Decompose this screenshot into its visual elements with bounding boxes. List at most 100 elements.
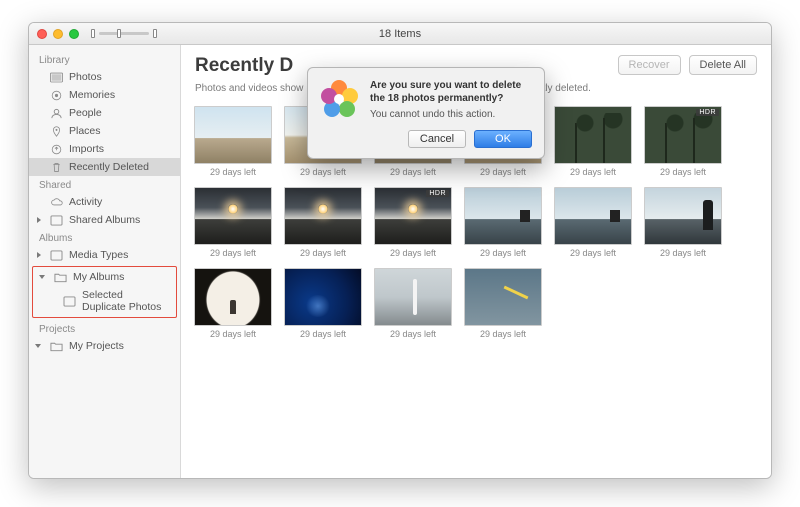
sidebar-item-selected-duplicate-photos[interactable]: Selected Duplicate Photos bbox=[33, 286, 176, 316]
sidebar-item-my-albums[interactable]: My Albums bbox=[33, 268, 176, 286]
thumbnail-image bbox=[374, 268, 452, 326]
sidebar-item-places[interactable]: Places bbox=[29, 122, 180, 140]
photo-thumbnail[interactable]: 29 days left bbox=[193, 268, 273, 339]
thumbnail-caption: 29 days left bbox=[570, 248, 616, 258]
thumbnail-image bbox=[464, 268, 542, 326]
hdr-badge: HDR bbox=[426, 190, 449, 197]
sidebar-item-media-types[interactable]: Media Types bbox=[29, 246, 180, 264]
thumbnail-caption: 29 days left bbox=[390, 248, 436, 258]
folder-icon bbox=[49, 341, 63, 352]
photo-thumbnail[interactable]: 29 days left bbox=[283, 187, 363, 258]
dialog-title: Are you sure you want to delete the 18 p… bbox=[370, 80, 532, 105]
thumbnail-image: HDR bbox=[644, 106, 722, 164]
sidebar-item-label: People bbox=[69, 107, 102, 119]
thumbnail-caption: 29 days left bbox=[480, 248, 526, 258]
dialog-cancel-button[interactable]: Cancel bbox=[408, 130, 466, 148]
disclosure-triangle-icon[interactable] bbox=[35, 344, 41, 348]
recover-button[interactable]: Recover bbox=[618, 55, 681, 75]
thumbnail-caption: 29 days left bbox=[210, 167, 256, 177]
sidebar-heading-library: Library bbox=[29, 51, 180, 68]
sidebar-item-label: Imports bbox=[69, 143, 104, 155]
thumbnail-caption: 29 days left bbox=[660, 167, 706, 177]
photo-thumbnail[interactable]: 29 days left bbox=[553, 187, 633, 258]
photo-thumbnail[interactable]: 29 days left bbox=[373, 268, 453, 339]
sidebar-item-label: Memories bbox=[69, 89, 115, 101]
dialog-message: You cannot undo this action. bbox=[370, 109, 532, 120]
titlebar: 18 Items bbox=[29, 23, 771, 45]
thumbnail-caption: 29 days left bbox=[300, 248, 346, 258]
disclosure-triangle-icon[interactable] bbox=[39, 275, 45, 279]
album-icon bbox=[49, 215, 63, 226]
thumbnail-caption: 29 days left bbox=[210, 248, 256, 258]
photo-thumbnail[interactable]: 29 days left bbox=[463, 268, 543, 339]
sidebar-item-imports[interactable]: Imports bbox=[29, 140, 180, 158]
page-title: Recently D bbox=[195, 55, 293, 77]
sidebar-item-my-projects[interactable]: My Projects bbox=[29, 337, 180, 355]
thumbnail-caption: 29 days left bbox=[300, 167, 346, 177]
confirm-delete-dialog: Are you sure you want to delete the 18 p… bbox=[307, 67, 545, 159]
photo-thumbnail[interactable]: 29 days left bbox=[283, 268, 363, 339]
sidebar-item-shared-albums[interactable]: Shared Albums bbox=[29, 211, 180, 229]
app-window: 18 Items Library Photos Memories People … bbox=[28, 22, 772, 479]
imports-icon bbox=[49, 144, 63, 155]
delete-all-button[interactable]: Delete All bbox=[689, 55, 757, 75]
thumbnail-image bbox=[194, 187, 272, 245]
disclosure-triangle-icon[interactable] bbox=[37, 217, 41, 223]
photo-thumbnail[interactable]: 29 days left bbox=[463, 187, 543, 258]
places-icon bbox=[49, 126, 63, 137]
photo-thumbnail[interactable]: 29 days left bbox=[643, 187, 723, 258]
thumbnail-image bbox=[194, 106, 272, 164]
sidebar-item-people[interactable]: People bbox=[29, 104, 180, 122]
thumbnail-caption: 29 days left bbox=[480, 329, 526, 339]
hdr-badge: HDR bbox=[696, 109, 719, 116]
folder-icon bbox=[53, 272, 67, 283]
people-icon bbox=[49, 108, 63, 119]
cloud-icon bbox=[49, 197, 63, 208]
sidebar-item-label: My Albums bbox=[73, 271, 124, 283]
sidebar-item-label: Activity bbox=[69, 196, 102, 208]
thumbnail-caption: 29 days left bbox=[660, 248, 706, 258]
memories-icon bbox=[49, 90, 63, 101]
sidebar-heading-projects: Projects bbox=[29, 320, 180, 337]
thumbnail-caption: 29 days left bbox=[210, 329, 256, 339]
sidebar-item-label: Places bbox=[69, 125, 101, 137]
photo-thumbnail[interactable]: HDR 29 days left bbox=[643, 106, 723, 177]
sidebar-item-label: Recently Deleted bbox=[69, 161, 149, 173]
sidebar-item-label: Media Types bbox=[69, 249, 128, 261]
sidebar-item-label: Photos bbox=[69, 71, 102, 83]
sidebar-heading-shared: Shared bbox=[29, 176, 180, 193]
sidebar-item-label: Shared Albums bbox=[69, 214, 140, 226]
photo-thumbnail[interactable]: 29 days left bbox=[553, 106, 633, 177]
thumbnail-image bbox=[194, 268, 272, 326]
thumbnail-image bbox=[554, 106, 632, 164]
sidebar: Library Photos Memories People Places Im… bbox=[29, 45, 181, 478]
disclosure-triangle-icon[interactable] bbox=[37, 252, 41, 258]
thumbnail-caption: 29 days left bbox=[570, 167, 616, 177]
photo-thumbnail[interactable]: 29 days left bbox=[193, 106, 273, 177]
thumbnail-image bbox=[284, 187, 362, 245]
photo-thumbnail[interactable]: 29 days left bbox=[193, 187, 273, 258]
thumbnail-image bbox=[464, 187, 542, 245]
thumbnail-caption: 29 days left bbox=[390, 167, 436, 177]
thumbnail-image bbox=[284, 268, 362, 326]
sidebar-item-label: My Projects bbox=[69, 340, 124, 352]
sidebar-item-photos[interactable]: Photos bbox=[29, 68, 180, 86]
photo-thumbnail[interactable]: HDR 29 days left bbox=[373, 187, 453, 258]
sidebar-item-activity[interactable]: Activity bbox=[29, 193, 180, 211]
thumbnail-image bbox=[644, 187, 722, 245]
photos-icon bbox=[49, 72, 63, 83]
sidebar-item-label: Selected Duplicate Photos bbox=[82, 289, 168, 313]
sidebar-item-recently-deleted[interactable]: Recently Deleted bbox=[29, 158, 180, 176]
window-title: 18 Items bbox=[29, 28, 771, 40]
thumbnail-caption: 29 days left bbox=[480, 167, 526, 177]
annotation-highlight: My Albums Selected Duplicate Photos bbox=[32, 266, 177, 318]
thumbnail-image bbox=[554, 187, 632, 245]
thumbnail-image: HDR bbox=[374, 187, 452, 245]
thumbnail-caption: 29 days left bbox=[300, 329, 346, 339]
sidebar-item-memories[interactable]: Memories bbox=[29, 86, 180, 104]
album-icon bbox=[49, 250, 63, 261]
trash-icon bbox=[49, 162, 63, 173]
album-icon bbox=[63, 296, 76, 307]
dialog-ok-button[interactable]: OK bbox=[474, 130, 532, 148]
photos-app-icon bbox=[320, 80, 360, 120]
